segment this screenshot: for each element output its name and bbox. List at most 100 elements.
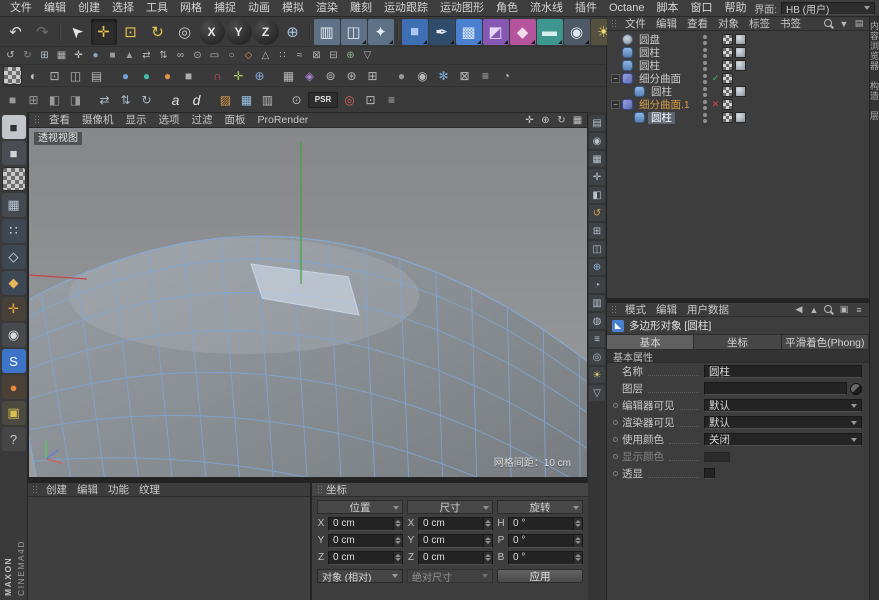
gear-tool-icon[interactable]: ✻ [434, 66, 453, 85]
menubar-menu-item-17[interactable]: Octane [603, 0, 650, 16]
material-manager-menu-item-4[interactable]: 纹理 [134, 482, 165, 498]
size-mode-select[interactable]: 绝对尺寸 [407, 569, 493, 583]
value-spinner[interactable] [483, 517, 492, 530]
model-mode-button[interactable]: ■ [1, 141, 26, 165]
target-lock-icon[interactable]: ◎ [340, 90, 359, 109]
viewport-menu-item-5[interactable]: 过滤 [186, 112, 219, 128]
script-a-icon[interactable]: a [166, 90, 185, 109]
checker-tag[interactable] [722, 34, 733, 45]
value-spinner[interactable] [393, 534, 402, 547]
object-label[interactable]: 细分曲面.1 [636, 99, 693, 111]
snap-toggle-button[interactable]: S [1, 349, 26, 373]
value-spinner[interactable] [483, 534, 492, 547]
viewport-menu-item-7[interactable]: ProRender [252, 112, 315, 128]
object-label[interactable]: 圆柱 [636, 47, 663, 59]
drag-grip-icon[interactable] [317, 484, 324, 495]
value-spinner[interactable] [483, 551, 492, 564]
coordinate-mode-select[interactable]: 对象 (相对) [317, 569, 403, 583]
apply-button[interactable]: 应用 [497, 569, 583, 583]
phong-tag[interactable] [735, 112, 746, 123]
phong-tag[interactable] [735, 86, 746, 97]
drag-grip-icon[interactable] [611, 18, 618, 29]
menubar-menu-item-2[interactable]: 编辑 [38, 0, 72, 16]
lift-icon[interactable]: ⇅ [156, 48, 171, 63]
value-spinner[interactable] [393, 551, 402, 564]
viewport-menu-item-2[interactable]: 摄像机 [76, 112, 120, 128]
camera-strip-icon[interactable]: ◎ [589, 349, 605, 365]
make-editable-button[interactable]: ■ [1, 115, 26, 139]
render-picture-viewer-button[interactable]: ◫ [340, 18, 367, 45]
menubar-menu-item-4[interactable]: 选择 [106, 0, 140, 16]
object-label[interactable]: 圆柱 [648, 111, 675, 124]
material-ball-icon[interactable] [3, 66, 22, 85]
edges-mode-button[interactable]: ◇ [1, 245, 26, 269]
keyframe-dot[interactable] [613, 437, 618, 442]
lock-icon[interactable]: ▣ [838, 304, 850, 316]
object-row-2[interactable]: 圆柱 [607, 46, 869, 59]
size-header[interactable]: 尺寸 [407, 500, 493, 514]
rows-tool-icon[interactable]: ▥ [258, 90, 277, 109]
value-spinner[interactable] [573, 551, 582, 564]
size-input-x[interactable]: 0 cm [418, 516, 493, 531]
shader-ball-icon[interactable]: ◐ [24, 66, 43, 85]
object-manager-menu-item-1[interactable]: 文件 [620, 16, 651, 32]
redo-icon[interactable]: ↷ [30, 19, 56, 45]
target-icon[interactable]: ⊙ [190, 48, 205, 63]
psr-chip[interactable]: PSR [308, 91, 338, 108]
dropdown[interactable]: 关闭 [704, 433, 862, 446]
wireframe-icon[interactable]: ▦ [589, 151, 605, 167]
object-row-5[interactable]: 圆柱 [607, 85, 869, 98]
diamond-icon[interactable]: ◇ [241, 48, 256, 63]
cube-half-icon[interactable]: ◧ [45, 90, 64, 109]
expand-toggle[interactable]: − [611, 100, 620, 109]
script-d-icon[interactable]: d [187, 90, 206, 109]
hatch-orange-icon[interactable]: ▨ [216, 90, 235, 109]
shading-icon[interactable]: ◉ [589, 133, 605, 149]
grid-tool-icon[interactable]: ▦ [279, 66, 298, 85]
object-row-6[interactable]: − 细分曲面.1 ✕ [607, 98, 869, 111]
snap-magnet-icon[interactable]: ∩ [208, 66, 227, 85]
undo-icon[interactable]: ↶ [3, 19, 29, 45]
menubar-menu-item-7[interactable]: 捕捉 [208, 0, 242, 16]
rotation-input-h[interactable]: 0 ° [508, 516, 583, 531]
drag-grip-icon[interactable] [34, 115, 41, 125]
menu-more-icon[interactable]: ≡ [382, 90, 401, 109]
z-axis-lock[interactable]: Z [252, 18, 279, 45]
sphere-orange-icon[interactable]: ● [158, 66, 177, 85]
arrange-icon[interactable]: ⊞ [37, 48, 52, 63]
viewport-solo-button[interactable]: ◉ [1, 323, 26, 347]
object-row-7[interactable]: 圆柱 [607, 111, 869, 124]
visibility-dots[interactable] [703, 99, 707, 110]
checker-tag[interactable] [722, 86, 733, 97]
phong-tag[interactable] [735, 34, 746, 45]
shade-ball-icon[interactable]: ◍ [589, 313, 605, 329]
name-input[interactable]: 圆柱 [704, 365, 862, 378]
x-axis-lock[interactable]: X [198, 18, 225, 45]
cone-small-icon[interactable]: ▲ [122, 48, 137, 63]
object-manager-menu-item-6[interactable]: 书签 [775, 16, 806, 32]
add-volume[interactable]: ◆ [509, 18, 536, 45]
object-row-3[interactable]: 圆柱 [607, 59, 869, 72]
menubar-menu-item-16[interactable]: 插件 [569, 0, 603, 16]
rotation-input-b[interactable]: 0 ° [508, 550, 583, 565]
panel-menu-icon[interactable]: ≡ [853, 304, 865, 316]
menubar-menu-item-18[interactable]: 脚本 [650, 0, 684, 16]
cross-box-icon[interactable]: ⊠ [309, 48, 324, 63]
material-manager-menu-item-1[interactable]: 创建 [41, 482, 72, 498]
clock-icon[interactable]: ◔ [589, 277, 605, 293]
menubar-menu-item-14[interactable]: 角色 [490, 0, 524, 16]
mirror-icon[interactable]: ⇄ [139, 48, 154, 63]
focus-icon[interactable]: ⊕ [589, 259, 605, 275]
phong-tag[interactable] [735, 60, 746, 71]
phong-tag[interactable] [735, 47, 746, 58]
enable-axis-button[interactable]: ✛ [1, 297, 26, 321]
cube-grid-icon[interactable]: ⊞ [24, 90, 43, 109]
enable-state-icon[interactable]: ✓ [711, 73, 720, 84]
menubar-menu-item-15[interactable]: 流水线 [524, 0, 569, 16]
position-input-y[interactable]: 0 cm [328, 533, 403, 548]
ring-tool-icon[interactable]: ⊚ [321, 66, 340, 85]
lock-tool-icon[interactable]: ⊠ [455, 66, 474, 85]
dropdown[interactable]: 默认 [704, 399, 862, 412]
help-button[interactable]: ? [1, 427, 26, 451]
history-back-icon[interactable]: ◀ [793, 304, 805, 316]
